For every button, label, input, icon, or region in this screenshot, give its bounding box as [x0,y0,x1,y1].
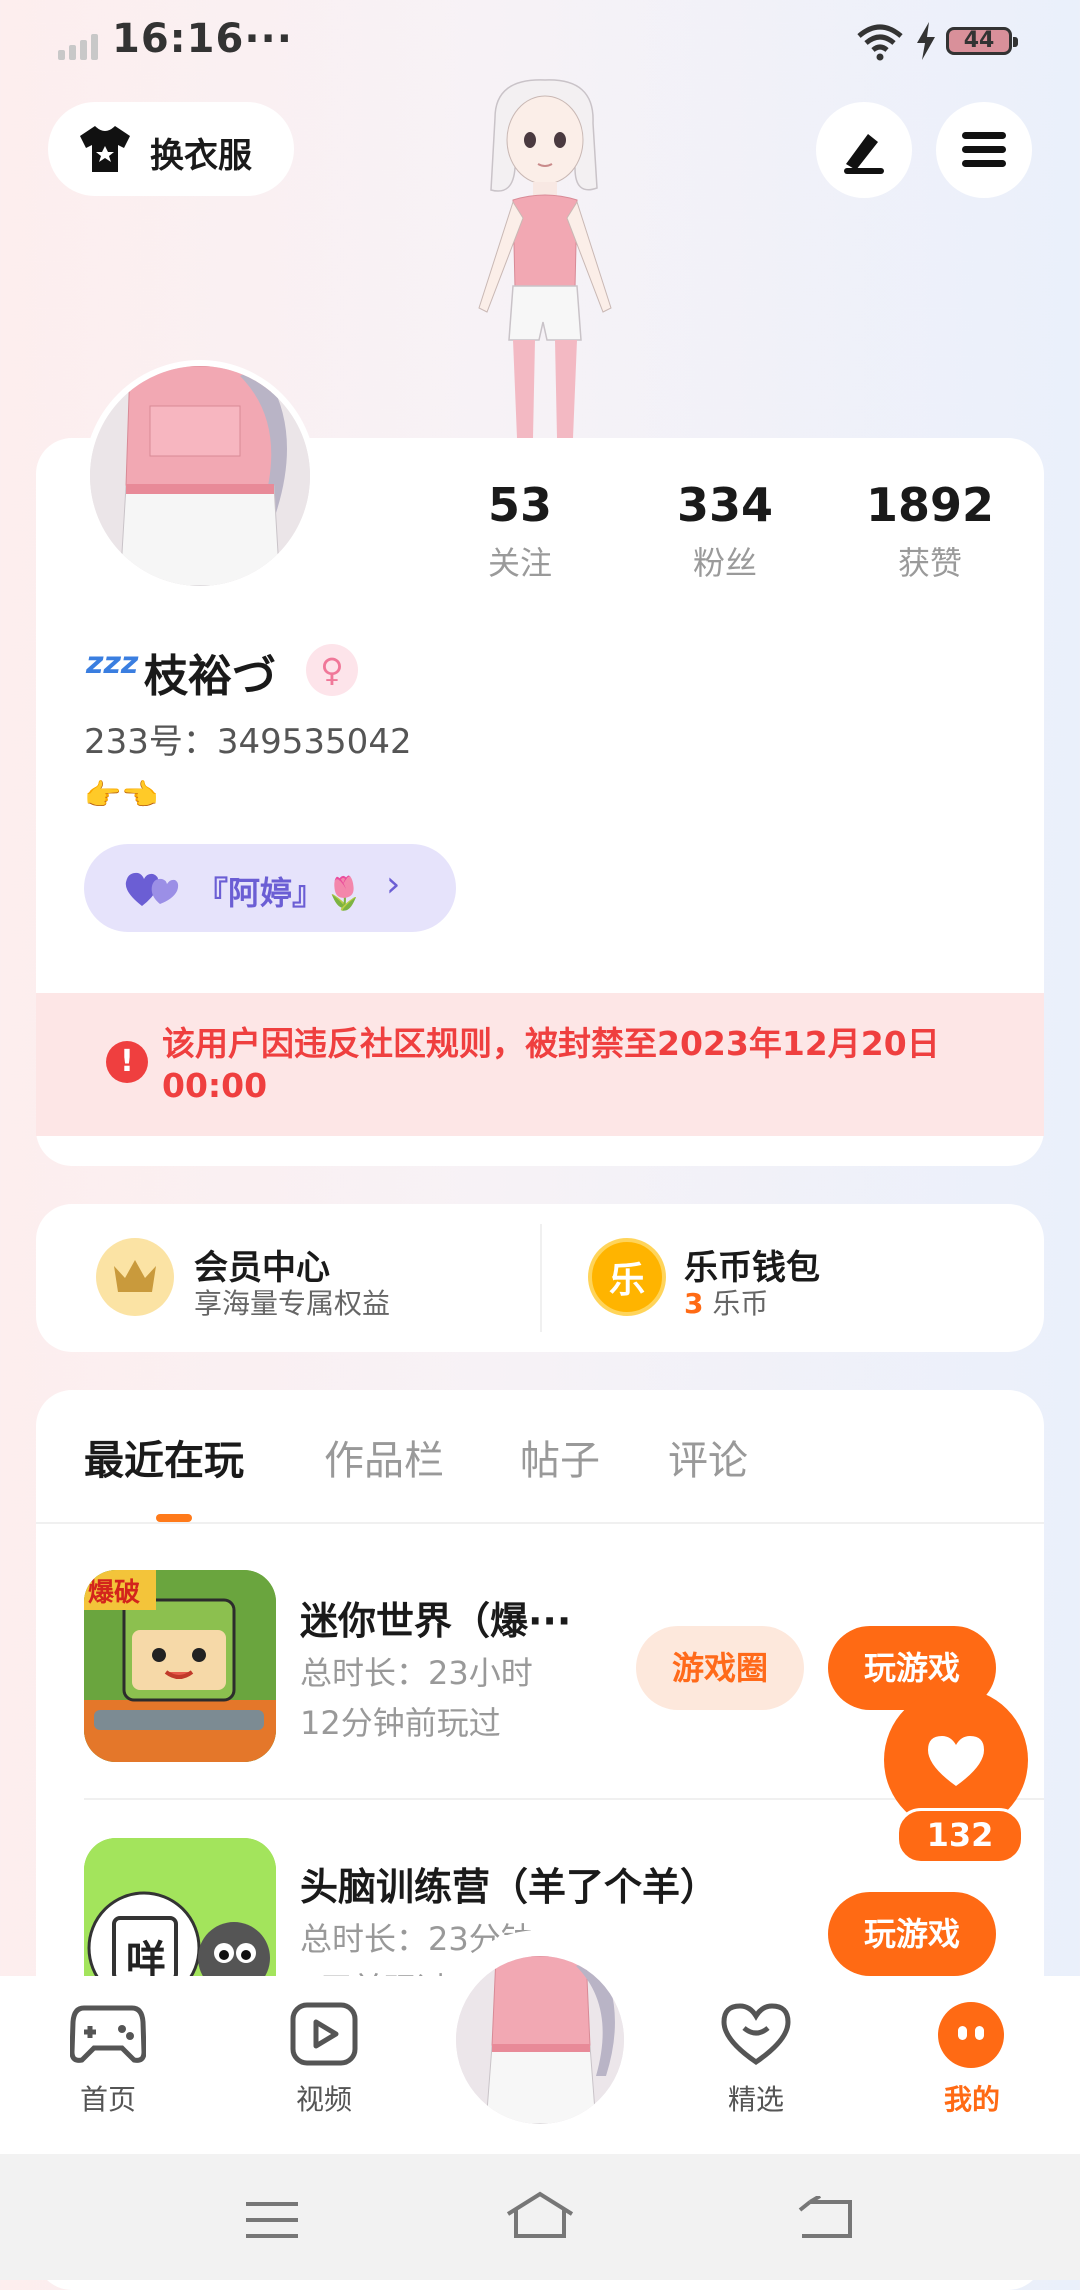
menu-button[interactable] [936,102,1032,198]
double-heart-icon [125,872,179,906]
home-icon[interactable] [504,2190,576,2240]
wallet-unit: 乐币 [712,1287,769,1320]
tab-posts[interactable]: 帖子 [520,1428,600,1486]
nav-video-label: 视频 [295,2083,352,2116]
game-title[interactable]: 迷你世界（爆··· [300,1590,571,1645]
followers-count[interactable]: 334 [625,478,825,532]
tab-recent-play[interactable]: 最近在玩 [84,1428,244,1486]
nav-avatar[interactable] [456,1956,624,2124]
profile-face-icon [938,2002,1004,2068]
followers-label: 粉丝 [692,544,757,582]
female-gender-icon: ♀ [306,644,358,696]
likes-count: 1892 [865,478,995,532]
tab-indicator [156,1514,192,1522]
likes-label: 获赞 [897,544,962,582]
pen-icon [844,134,884,174]
game-duration: 总时长：23小时 [300,1654,533,1692]
signature: 👉👈 [84,778,159,813]
game-icon-mini-world[interactable]: 爆破 [84,1570,276,1762]
ban-notice: ! 该用户因违反社区规则，被封禁至2023年12月20日 00:00 [36,993,1044,1136]
tab-works[interactable]: 作品栏 [324,1428,444,1486]
edit-profile-button[interactable] [816,102,912,198]
vip-subtitle: 享海量专属权益 [194,1287,391,1320]
clock: 16:16··· [112,16,293,62]
wallet-entry[interactable]: 乐 乐币钱包 3 乐币 [588,1238,820,1320]
nickname: 枝裕づ [144,651,276,702]
play-game-button[interactable]: 玩游戏 [828,1892,996,1976]
like-count: 132 [896,1808,1024,1864]
change-outfit-label: 换衣服 [150,136,252,176]
nav-home-label: 首页 [79,2083,136,2116]
gamepad-icon [70,2005,146,2063]
charging-icon [917,22,935,60]
nav-mine[interactable]: 我的 [912,2002,1032,2122]
signal-icon [58,32,106,60]
back-icon[interactable] [796,2196,852,2240]
tab-divider [36,1522,1044,1524]
heart-icon [721,2003,791,2066]
status-bar: 16:16··· 44 [0,0,1080,90]
hamburger-icon [962,132,1006,167]
divider [540,1224,542,1332]
game-last-played: 12分钟前玩过 [300,1704,501,1742]
couple-name: 『阿婷』🌷 [196,874,364,912]
game-title[interactable]: 头脑训练营（羊了个羊） [300,1856,718,1911]
chevron-right-icon: › [386,864,401,905]
following-count[interactable]: 53 [420,478,620,532]
wallet-amount: 3 [684,1287,704,1320]
ban-notice-text: 该用户因违反社区规则，被封禁至2023年12月20日 00:00 [162,1024,940,1105]
coin-icon: 乐 [588,1238,666,1316]
nav-home[interactable]: 首页 [48,2002,168,2122]
warning-icon: ! [106,1041,148,1083]
change-outfit-button[interactable]: 换衣服 [48,102,294,196]
couple-badge[interactable]: 『阿婷』🌷 › [84,844,456,932]
wifi-icon [857,24,903,61]
tab-comments[interactable]: 评论 [668,1428,748,1486]
avatar-figure [478,79,612,438]
following-label: 关注 [487,544,552,582]
game-circle-button[interactable]: 游戏圈 [636,1626,804,1710]
game-badge: 爆破 [88,1578,141,1608]
system-nav-bar [0,2154,1080,2280]
vip-center-entry[interactable]: 会员中心 享海量专属权益 [96,1238,390,1320]
recent-apps-icon[interactable] [246,2200,298,2240]
nav-video[interactable]: 视频 [264,2002,384,2122]
avatar[interactable] [84,360,316,592]
video-play-icon [290,2002,358,2066]
user-id[interactable]: 233号：349535042 [84,714,412,763]
tshirt-icon [80,126,130,172]
nav-mine-label: 我的 [943,2083,1000,2116]
crown-icon [96,1238,174,1316]
wallet-balance: 3 乐币 [684,1282,768,1322]
sleep-zzz-icon: zzz [86,646,139,681]
battery-icon: 44 [946,27,1018,55]
nav-featured[interactable]: 精选 [696,2002,816,2122]
heart-icon [928,1736,984,1786]
nav-featured-label: 精选 [727,2083,784,2116]
